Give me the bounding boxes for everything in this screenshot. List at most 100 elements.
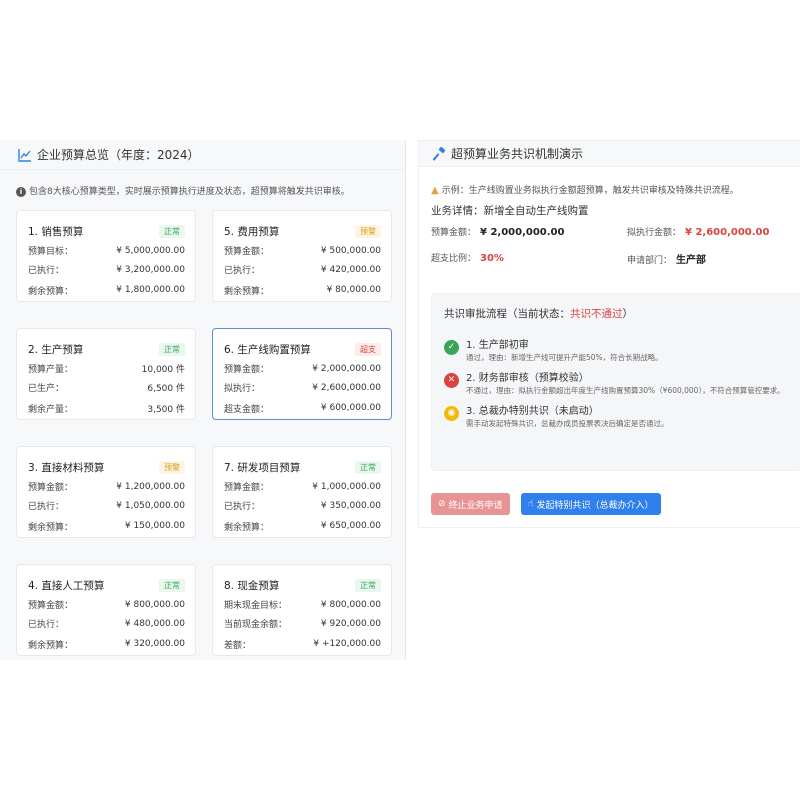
hammer-icon [433, 146, 447, 161]
row-value: ¥ 320,000.00 [124, 639, 185, 649]
status-badge: 超支 [355, 342, 381, 356]
row-value: 3,500 件 [147, 404, 185, 415]
row-label: 剩余预算： [224, 522, 270, 533]
budget-overview-title: 企业预算总览（年度：2024） [37, 148, 200, 162]
row-value: ¥ 2,600,000.00 [312, 382, 381, 393]
status-badge: 预警 [159, 460, 185, 474]
consensus-demo-panel: 超预算业务共识机制演示 ▲ 示例：生产线购置业务拟执行金额超预算，触发共识审核及特… [418, 140, 800, 528]
card-title: 8. 现金预算 [224, 579, 280, 592]
stop-application-button[interactable]: ⊘ 终止业务申请 [431, 493, 510, 515]
flow-step-3: ◉ 3. 总裁办特别共识（未启动） 需手动发起特殊共识，总裁办成员投票表决后确定… [444, 402, 788, 429]
flow-status: 共识不通过 [570, 308, 623, 320]
row-value: 6,500 件 [147, 384, 185, 394]
status-badge: 预警 [355, 224, 381, 238]
business-kv-grid: 预算金额： ¥ 2,000,000.00 拟执行金额： ¥ 2,600,000.00… [419, 225, 800, 277]
card-title: 2. 生产预算 [28, 343, 84, 356]
info-icon: i [16, 187, 26, 197]
row-label: 预算金额： [224, 247, 270, 257]
overspend-ratio: 超支比例： 30% [431, 253, 504, 264]
applying-department: 申请部门： 生产部 [627, 255, 707, 266]
row-label: 已执行： [28, 620, 65, 630]
budget-overview-panel: 企业预算总览（年度：2024） i 包含8大核心预算类型，实时展示预算执行进度及状… [0, 140, 406, 660]
row-label: 剩余预算： [28, 640, 74, 651]
row-value: 10,000 件 [141, 365, 185, 375]
budget-card-material[interactable]: 3. 直接材料预算 预警 预算金额： ¥ 1,200,000.00 已执行： ¥ 1,… [16, 446, 196, 538]
row-value: ¥ 920,000.00 [320, 618, 381, 629]
hand-pointer-icon: ☝ [528, 499, 534, 509]
row-label: 拟执行： [224, 384, 261, 394]
card-title: 6. 生产线购置预算 [224, 343, 311, 356]
row-label: 预算金额： [28, 601, 74, 611]
planned-amount: 拟执行金额： ¥ 2,600,000.00 [627, 227, 770, 238]
row-value: ¥ 800,000.00 [124, 599, 185, 610]
row-label: 预算产量： [28, 365, 74, 375]
row-label: 已执行： [224, 266, 261, 276]
budget-amount: 预算金额： ¥ 2,000,000.00 [431, 227, 565, 238]
budget-overview-header: 企业预算总览（年度：2024） [0, 140, 405, 170]
ban-icon: ⊘ [438, 499, 446, 509]
row-value: ¥ 1,000,000.00 [312, 481, 381, 492]
cross-icon: ✕ [444, 373, 459, 388]
row-value: ¥ 1,800,000.00 [116, 285, 185, 295]
start-special-consensus-button[interactable]: ☝ 发起特别共识（总裁办介入） [521, 493, 661, 515]
budget-card-labor[interactable]: 4. 直接人工预算 正常 预算金额： ¥ 800,000.00 已执行： ¥ 480,… [16, 564, 196, 656]
flow-title: 共识审批流程（当前状态：共识不通过） [444, 308, 633, 320]
row-label: 剩余产量： [28, 404, 74, 415]
row-label: 剩余预算： [28, 286, 74, 297]
budget-card-expense[interactable]: 5. 费用预算 预警 预算金额： ¥ 500,000.00 已执行： ¥ 420,00… [212, 210, 392, 302]
budget-card-sales[interactable]: 1. 销售预算 正常 预算目标： ¥ 5,000,000.00 已执行： ¥ 3,20… [16, 210, 196, 302]
budget-overview-desc: i 包含8大核心预算类型，实时展示预算执行进度及状态，超预算将触发共识审核。 [0, 170, 405, 204]
row-value: ¥ 1,200,000.00 [116, 481, 185, 492]
flow-step-1: ✓ 1. 生产部初审 通过，理由：新增生产线可提升产能50%，符合长期战略。 [444, 336, 788, 363]
row-label: 预算金额： [224, 365, 270, 375]
row-value: ¥ 600,000.00 [320, 403, 381, 413]
budget-card-rnd[interactable]: 7. 研发项目预算 正常 预算金额： ¥ 1,000,000.00 已执行： ¥ 35… [212, 446, 392, 538]
row-label: 预算金额： [224, 483, 270, 493]
row-label: 预算金额： [28, 483, 74, 493]
budget-card-cash[interactable]: 8. 现金预算 正常 期末现金目标： ¥ 800,000.00 当前现金余额： ¥ 9… [212, 564, 392, 656]
flow-step-2: ✕ 2. 财务部审核（预算校验） 不通过，理由：拟执行金额超出年度生产线购置预算… [444, 369, 788, 396]
row-value: ¥ 420,000.00 [320, 264, 381, 275]
row-value: ¥ +120,000.00 [313, 639, 381, 649]
row-value: ¥ 1,050,000.00 [116, 500, 185, 511]
row-value: ¥ 80,000.00 [326, 285, 381, 295]
row-label: 已执行： [224, 502, 261, 512]
budget-card-production-line[interactable]: 6. 生产线购置预算 超支 预算金额： ¥ 2,000,000.00 拟执行： ¥ 2… [212, 328, 392, 420]
budget-card-production[interactable]: 2. 生产预算 正常 预算产量： 10,000 件 已生产： 6,500 件 剩余产量… [16, 328, 196, 420]
warning-line: ▲ 示例：生产线购置业务拟执行金额超预算，触发共识审核及特殊共识流程。 [431, 185, 739, 196]
check-icon: ✓ [444, 340, 459, 355]
consensus-demo-header: 超预算业务共识机制演示 [419, 141, 800, 167]
status-badge: 正常 [355, 460, 381, 474]
row-label: 预算目标： [28, 247, 74, 257]
row-label: 剩余预算： [28, 522, 74, 533]
row-label: 超支金额： [224, 404, 270, 415]
status-badge: 正常 [159, 342, 185, 356]
card-title: 3. 直接材料预算 [28, 461, 105, 474]
row-label: 已执行： [28, 266, 65, 276]
warning-icon: ▲ [431, 185, 439, 196]
row-label: 期末现金目标： [224, 601, 288, 611]
row-value: ¥ 2,000,000.00 [312, 363, 381, 374]
row-label: 已执行： [28, 502, 65, 512]
row-value: ¥ 3,200,000.00 [116, 264, 185, 275]
row-value: ¥ 650,000.00 [320, 521, 381, 531]
row-value: ¥ 350,000.00 [320, 500, 381, 511]
row-value: ¥ 480,000.00 [124, 618, 185, 629]
row-value: ¥ 5,000,000.00 [116, 245, 185, 256]
status-badge: 正常 [159, 578, 185, 592]
row-value: ¥ 150,000.00 [124, 521, 185, 531]
line-chart-icon [18, 148, 32, 162]
row-label: 当前现金余额： [224, 620, 288, 630]
consensus-demo-title: 超预算业务共识机制演示 [451, 147, 584, 161]
row-label: 剩余预算： [224, 286, 270, 297]
row-value: ¥ 800,000.00 [320, 599, 381, 610]
status-badge: 正常 [159, 224, 185, 238]
card-title: 5. 费用预算 [224, 225, 280, 238]
row-label: 已生产： [28, 384, 65, 394]
status-badge: 正常 [355, 578, 381, 592]
card-title: 4. 直接人工预算 [28, 579, 105, 592]
approval-flow-box: 共识审批流程（当前状态：共识不通过） ✓ 1. 生产部初审 通过，理由：新增生产… [431, 293, 800, 471]
card-title: 7. 研发项目预算 [224, 461, 301, 474]
pending-icon: ◉ [444, 406, 459, 421]
row-label: 差额： [224, 640, 252, 651]
